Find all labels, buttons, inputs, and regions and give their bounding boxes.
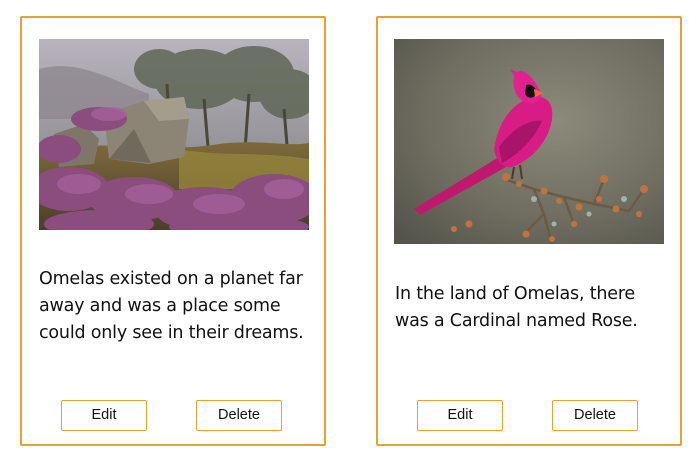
story-text: Omelas existed on a planet far away and …	[39, 269, 304, 343]
edit-button[interactable]: Edit	[417, 400, 503, 431]
story-card-cardinal-rose: In the land of Omelas, there was a Cardi…	[376, 16, 682, 446]
story-card-omelas-planet: Omelas existed on a planet far away and …	[20, 16, 326, 446]
delete-button[interactable]: Delete	[552, 400, 638, 431]
cardinal-image	[394, 39, 664, 244]
moorland-image	[39, 39, 309, 230]
delete-button[interactable]: Delete	[196, 400, 282, 431]
story-text: In the land of Omelas, there was a Cardi…	[395, 284, 638, 331]
card-gallery: Omelas existed on a planet far away and …	[0, 0, 700, 468]
edit-button[interactable]: Edit	[61, 400, 147, 431]
